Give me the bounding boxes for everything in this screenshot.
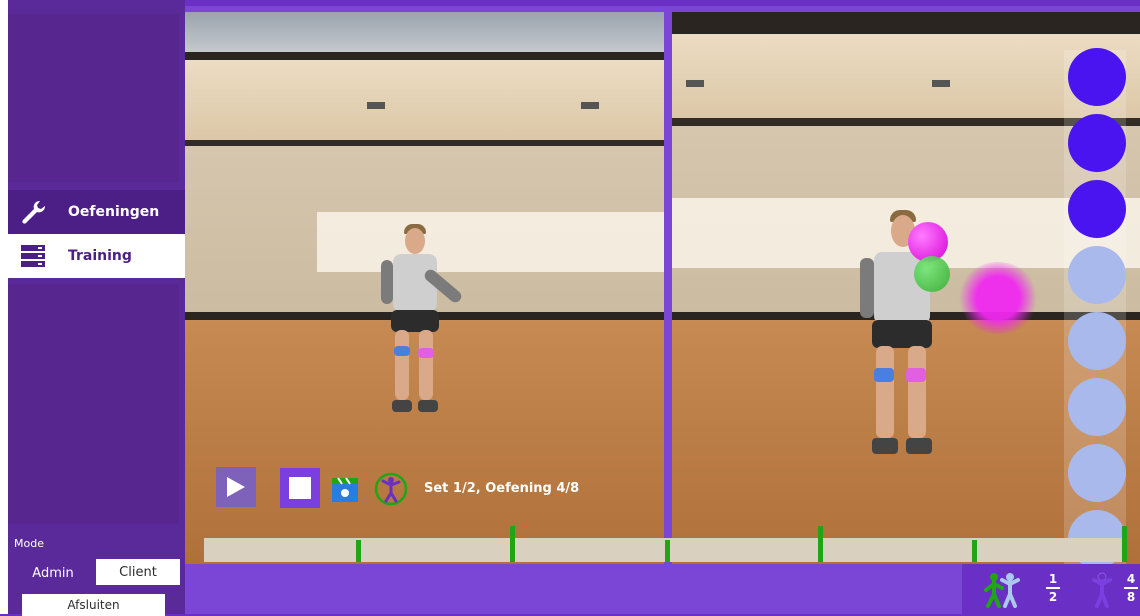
sidebar-item-label: Oefeningen (68, 204, 160, 220)
stop-icon (289, 477, 311, 499)
ceiling-beam (672, 12, 1140, 34)
sets-fraction: 1 2 (1044, 572, 1062, 604)
wrench-icon (18, 197, 48, 227)
single-exercise-icon (1088, 570, 1116, 610)
sky (185, 12, 664, 54)
sets-total: 2 (1048, 590, 1058, 604)
sidebar-item-training[interactable]: Training (8, 234, 185, 278)
vent-icon (686, 80, 704, 87)
repetition-indicator (1068, 444, 1126, 502)
stop-button[interactable] (280, 468, 320, 508)
timeline-tick (665, 540, 670, 562)
repetition-indicator (1068, 312, 1126, 370)
sidebar-item-oefeningen[interactable]: Oefeningen (8, 190, 185, 234)
window-light (317, 212, 664, 272)
vent-icon (932, 80, 950, 87)
server-icon (18, 241, 48, 271)
client-mode-button[interactable]: Client (96, 559, 180, 585)
demo-avatar (375, 224, 464, 434)
exercises-total: 8 (1126, 590, 1136, 604)
vent-icon (367, 102, 385, 109)
admin-mode-button[interactable]: Admin (20, 560, 86, 586)
sets-current: 1 (1048, 572, 1058, 586)
timeline-tick (356, 540, 361, 562)
video-clapper-icon[interactable] (330, 474, 360, 504)
timeline-tick (972, 540, 977, 562)
timeline-tick (510, 526, 515, 562)
exercise-person-icon[interactable] (374, 472, 408, 506)
progress-summary: 1 2 4 8 (962, 564, 1140, 614)
sidebar-header-panel (8, 14, 179, 182)
ceiling-beam (185, 52, 664, 60)
mode-label: Mode (14, 537, 44, 550)
repetition-indicator (1068, 180, 1126, 238)
sidebar-empty-panel (8, 284, 179, 524)
repetition-indicator (1068, 48, 1126, 106)
wall-upper (185, 60, 664, 140)
repetition-indicator (1068, 378, 1126, 436)
group-exercise-icon (982, 570, 1024, 610)
play-icon (227, 477, 245, 497)
sidebar-item-label: Training (68, 248, 132, 264)
vent-icon (581, 102, 599, 109)
hit-burst (958, 262, 1038, 334)
hand-marker (914, 256, 950, 292)
timeline-tick (818, 526, 823, 562)
exercises-fraction: 4 8 (1122, 572, 1140, 604)
timeline-tick (1122, 526, 1127, 562)
repetition-indicator (1068, 114, 1126, 172)
exercise-timeline (204, 526, 1127, 562)
exercises-current: 4 (1126, 572, 1136, 586)
scene-divider (664, 12, 672, 564)
sidebar-edge (0, 0, 8, 614)
exit-button[interactable]: Afsluiten (22, 594, 165, 616)
play-button[interactable] (216, 467, 256, 507)
repetition-indicator (1068, 246, 1126, 304)
set-progress-label: Set 1/2, Oefening 4/8 (424, 481, 580, 496)
